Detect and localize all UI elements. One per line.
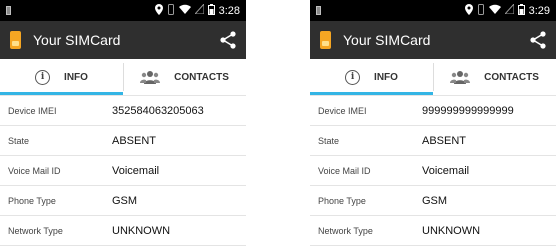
tab-bar: i INFO CONTACTS — [310, 59, 556, 95]
status-time: 3:28 — [218, 4, 240, 17]
info-list: Device IMEI 352584063205063 State ABSENT… — [0, 95, 246, 246]
info-icon: i — [345, 69, 361, 85]
info-row-phone-type: Phone Type GSM — [310, 186, 556, 216]
row-value: ABSENT — [112, 134, 157, 147]
status-time: 3:29 — [528, 4, 550, 17]
tab-info[interactable]: i INFO — [310, 59, 433, 95]
signal-icon — [193, 2, 205, 17]
vibrate-icon — [477, 3, 485, 18]
notification-icon — [316, 6, 321, 15]
tab-contacts-label: CONTACTS — [174, 71, 229, 83]
tab-bar: i INFO CONTACTS — [0, 59, 246, 95]
app-bar: Your SIMCard — [310, 21, 556, 59]
status-bar: 3:28 — [0, 0, 246, 21]
row-label: Network Type — [318, 225, 373, 236]
info-row-network-type: Network Type UNKNOWN — [0, 216, 246, 246]
info-row-voice-mail-id: Voice Mail ID Voicemail — [0, 156, 246, 186]
tab-contacts-label: CONTACTS — [484, 71, 539, 83]
contacts-icon — [450, 70, 471, 84]
info-row-state: State ABSENT — [0, 126, 246, 156]
row-value: ABSENT — [422, 134, 467, 147]
wifi-icon — [488, 4, 501, 17]
wifi-icon — [178, 4, 191, 17]
row-value: GSM — [112, 194, 138, 207]
status-icons: 3:29 — [464, 2, 550, 18]
app-title: Your SIMCard — [343, 32, 431, 48]
tab-info-label: INFO — [374, 71, 398, 83]
share-icon[interactable] — [218, 30, 238, 50]
info-row-device-imei: Device IMEI 999999999999999 — [310, 96, 556, 126]
row-label: Voice Mail ID — [8, 165, 61, 176]
sim-card-logo-icon — [10, 31, 21, 49]
row-label: Device IMEI — [318, 105, 367, 116]
battery-icon — [517, 3, 525, 18]
phone-screen-1: 3:28 Your SIMCard i INFO CONTACTS Device… — [0, 0, 246, 247]
row-label: Phone Type — [8, 195, 56, 206]
tab-contacts[interactable]: CONTACTS — [123, 59, 246, 95]
tab-info-label: INFO — [64, 71, 88, 83]
info-row-device-imei: Device IMEI 352584063205063 — [0, 96, 246, 126]
row-label: Device IMEI — [8, 105, 57, 116]
location-icon — [154, 3, 163, 18]
info-row-network-type: Network Type UNKNOWN — [310, 216, 556, 246]
vibrate-icon — [167, 3, 175, 18]
signal-icon — [503, 2, 515, 17]
location-icon — [464, 3, 473, 18]
notification-icon — [6, 6, 11, 15]
app-title: Your SIMCard — [33, 32, 121, 48]
row-label: Phone Type — [318, 195, 366, 206]
contacts-icon — [140, 70, 161, 84]
share-icon[interactable] — [528, 30, 548, 50]
row-value: GSM — [422, 194, 448, 207]
row-value: 352584063205063 — [112, 104, 204, 117]
app-bar: Your SIMCard — [0, 21, 246, 59]
sim-card-logo-icon — [320, 31, 331, 49]
row-label: State — [318, 135, 340, 146]
battery-icon — [207, 3, 215, 18]
row-value: UNKNOWN — [422, 224, 481, 237]
tab-info[interactable]: i INFO — [0, 59, 123, 95]
info-icon: i — [35, 69, 51, 85]
info-row-state: State ABSENT — [310, 126, 556, 156]
info-row-phone-type: Phone Type GSM — [0, 186, 246, 216]
row-label: Voice Mail ID — [318, 165, 371, 176]
info-list: Device IMEI 999999999999999 State ABSENT… — [310, 95, 556, 246]
tab-contacts[interactable]: CONTACTS — [433, 59, 556, 95]
phone-screen-2: 3:29 Your SIMCard i INFO CONTACTS Device… — [310, 0, 556, 247]
info-row-voice-mail-id: Voice Mail ID Voicemail — [310, 156, 556, 186]
row-label: State — [8, 135, 30, 146]
row-value: Voicemail — [422, 164, 470, 177]
status-icons: 3:28 — [154, 2, 240, 18]
row-label: Network Type — [8, 225, 63, 236]
row-value: Voicemail — [112, 164, 160, 177]
row-value: 999999999999999 — [422, 104, 514, 117]
row-value: UNKNOWN — [112, 224, 171, 237]
status-bar: 3:29 — [310, 0, 556, 21]
